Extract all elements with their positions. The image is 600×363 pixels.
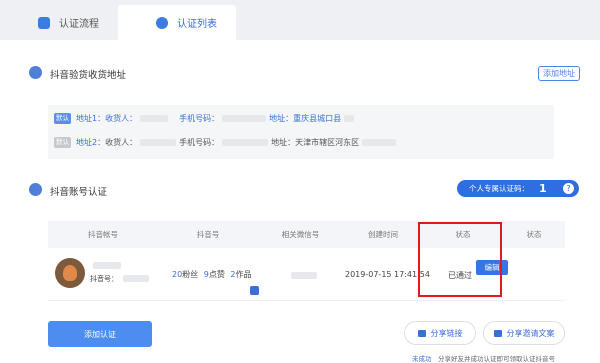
receiver-label: 收货人： xyxy=(105,138,138,147)
tab-certification-list[interactable]: 认证列表 xyxy=(118,5,236,40)
help-icon[interactable]: ? xyxy=(563,183,574,194)
certification-code-label: 个人专属认证码： xyxy=(469,184,529,193)
add-address-button[interactable]: 添加地址 xyxy=(538,66,580,81)
address-item-1[interactable]: 默认 地址1： 收货人： 手机号码： 地址： 重庆县城口县 xyxy=(54,113,357,124)
column-header: 相关微信号 xyxy=(281,230,320,239)
address-label: 地址1： xyxy=(76,114,106,123)
receiver-value-blurred xyxy=(140,139,177,146)
fans-count: 20 xyxy=(172,270,183,279)
copy-icon xyxy=(493,329,502,337)
address-label: 地址2： xyxy=(76,138,106,147)
column-header: 创建时间 xyxy=(368,230,398,239)
address-tail-blurred xyxy=(362,139,397,146)
certification-code-pill[interactable]: 个人专属认证码： 1 ? xyxy=(457,180,579,197)
address-tail-blurred xyxy=(344,115,355,122)
location-icon xyxy=(29,66,42,79)
footer-note: 分享好友并成功认证即可领取认证抖音号 xyxy=(438,355,555,363)
add-certification-button[interactable]: 添加认证 xyxy=(48,321,152,347)
share-link-label: 分享链接 xyxy=(430,328,463,338)
phone-label: 手机号码： xyxy=(179,138,220,147)
column-header: 状态 xyxy=(526,230,542,239)
verified-user-icon xyxy=(156,16,168,29)
default-tag: 默认 xyxy=(54,137,71,148)
main-panel xyxy=(0,40,600,363)
account-id-label: 抖音号： xyxy=(90,275,118,283)
nickname-blurred xyxy=(93,262,121,269)
share-invite-button[interactable]: 分享邀请文案 xyxy=(483,321,565,345)
fans-label: 粉丝 xyxy=(182,270,199,279)
tab-certification-process[interactable]: 认证流程 xyxy=(10,5,120,40)
share-link-button[interactable]: 分享链接 xyxy=(404,321,476,345)
likes-label: 点赞 xyxy=(208,270,225,279)
phone-value-blurred xyxy=(222,139,269,146)
default-tag: 默认 xyxy=(54,113,71,124)
address-field-label: 地址： xyxy=(271,138,296,147)
address-value: 天津市辖区河东区 xyxy=(295,138,360,147)
column-header: 抖音帐号 xyxy=(88,230,118,239)
receiver-label: 收货人： xyxy=(105,114,138,123)
address-section-title: 抖音验货收货地址 xyxy=(50,70,127,81)
douyin-icon xyxy=(250,286,259,295)
receiver-value-blurred xyxy=(140,115,169,122)
stats: 20粉丝 9点赞 2作品 xyxy=(172,269,251,280)
document-icon xyxy=(38,16,50,29)
user-icon xyxy=(29,183,42,196)
account-id-blurred xyxy=(123,275,149,282)
certification-code-value: 1 xyxy=(539,182,547,195)
tab-bar: 认证流程 认证列表 xyxy=(0,0,600,40)
address-value: 重庆县城口县 xyxy=(293,114,342,123)
tab-label: 认证流程 xyxy=(59,19,99,30)
tab-label: 认证列表 xyxy=(177,19,217,30)
phone-label: 手机号码： xyxy=(179,114,220,123)
address-list: 默认 地址1： 收货人： 手机号码： 地址： 重庆县城口县 默认 地址2： 收货… xyxy=(48,105,554,159)
address-field-label: 地址： xyxy=(269,114,294,123)
wechat-blurred xyxy=(291,272,317,279)
share-invite-label: 分享邀请文案 xyxy=(506,328,555,338)
address-item-2[interactable]: 默认 地址2： 收货人： 手机号码： 地址： 天津市辖区河东区 xyxy=(54,137,399,148)
avatar xyxy=(55,258,85,288)
note-success: 未成功 xyxy=(412,355,432,363)
status-highlight-box xyxy=(418,222,502,297)
account-section-title: 抖音账号认证 xyxy=(50,187,108,198)
phone-value-blurred xyxy=(222,115,267,122)
share-icon xyxy=(417,329,426,337)
works-label: 作品 xyxy=(235,270,252,279)
column-header: 抖音号 xyxy=(196,230,220,239)
